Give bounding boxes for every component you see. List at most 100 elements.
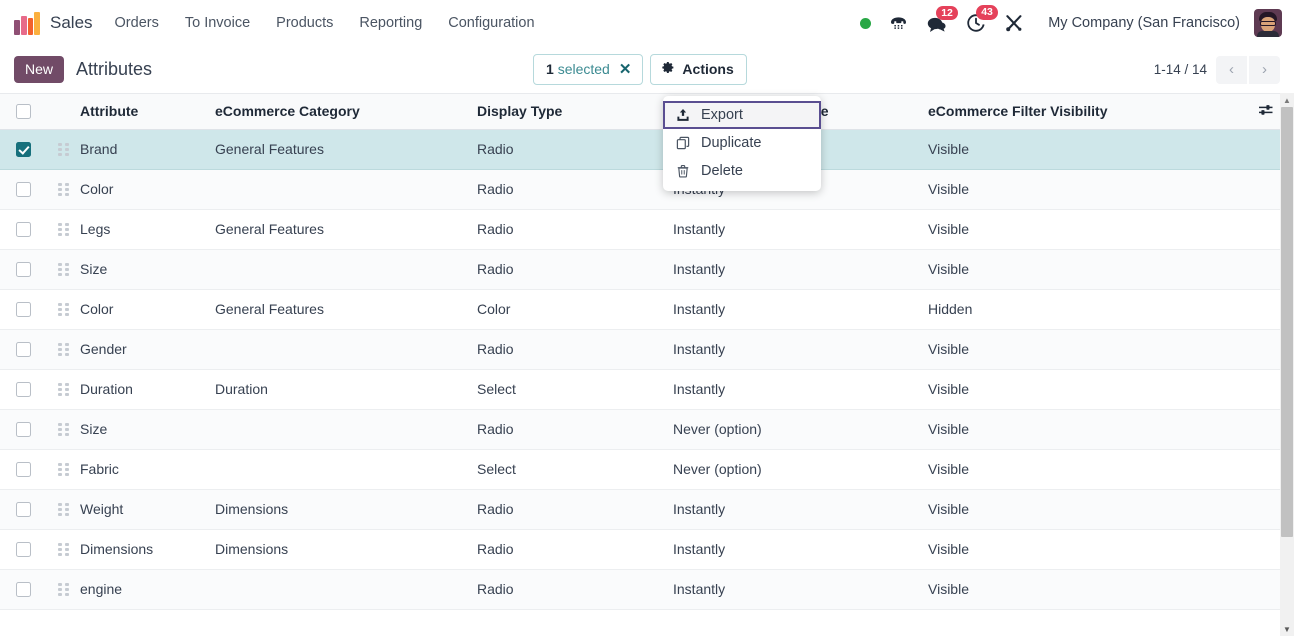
row-checkbox[interactable] <box>15 181 31 197</box>
drag-handle-icon[interactable] <box>57 582 69 596</box>
cell-attribute: Color <box>80 169 215 210</box>
cell-attribute: Color <box>80 289 215 330</box>
cell-ecommerce-category: Dimensions <box>215 529 477 570</box>
company-name[interactable]: My Company (San Francisco) <box>1048 15 1240 31</box>
cell-ecommerce-filter-visibility: Visible <box>928 569 1258 610</box>
cell-ecommerce-category: General Features <box>215 129 477 170</box>
nav-item-configuration[interactable]: Configuration <box>448 15 534 31</box>
wrench-screwdriver-icon[interactable] <box>1004 13 1024 33</box>
vertical-scrollbar[interactable]: ▲ ▼ <box>1280 93 1294 636</box>
cell-variants-creation-mode: Instantly <box>673 569 928 610</box>
nav-item-to-invoice[interactable]: To Invoice <box>185 15 250 31</box>
chevron-left-icon[interactable]: ‹ <box>1216 55 1247 84</box>
table-row[interactable]: Legs General Features Radio Instantly Visibl… <box>0 209 1290 250</box>
drag-handle-icon[interactable] <box>57 462 69 476</box>
column-settings-icon[interactable] <box>1258 103 1274 120</box>
drag-handle-icon[interactable] <box>57 422 69 436</box>
table-row[interactable]: engine Radio Instantly Visible <box>0 569 1290 610</box>
scroll-up-arrow-icon[interactable]: ▲ <box>1280 93 1294 107</box>
row-checkbox[interactable] <box>15 301 31 317</box>
table-row[interactable]: Gender Radio Instantly Visible <box>0 329 1290 370</box>
table-row[interactable]: Weight Dimensions Radio Instantly Visible <box>0 489 1290 530</box>
row-drag-cell <box>46 529 80 570</box>
table-row[interactable]: ColorRadioInstantlyVisible <box>0 169 1290 210</box>
drag-handle-icon[interactable] <box>57 342 69 356</box>
cell-attribute: Duration <box>80 369 215 410</box>
drag-handle-icon[interactable] <box>57 262 69 276</box>
nav-item-orders[interactable]: Orders <box>115 15 159 31</box>
table-row[interactable]: Size Radio Never (option) Visible <box>0 409 1290 450</box>
nav-item-products[interactable]: Products <box>276 15 333 31</box>
table-row[interactable]: BrandGeneral FeaturesRadioInstantlyVisib… <box>0 129 1290 170</box>
row-checkbox[interactable] <box>15 381 31 397</box>
odoo-logo-icon[interactable] <box>14 11 40 35</box>
chevron-right-icon[interactable]: › <box>1249 55 1280 84</box>
drag-handle-icon[interactable] <box>57 542 69 556</box>
user-avatar[interactable] <box>1254 9 1282 37</box>
clock-icon[interactable]: 43 <box>966 5 998 33</box>
cell-ecommerce-category <box>215 569 477 610</box>
actions-button-label: Actions <box>682 61 734 77</box>
attributes-list-view: Attribute eCommerce Category Display Typ… <box>0 93 1294 636</box>
drag-handle-icon[interactable] <box>57 382 69 396</box>
cell-ecommerce-filter-visibility: Visible <box>928 409 1258 450</box>
row-drag-cell <box>46 369 80 410</box>
drag-handle-icon[interactable] <box>57 182 69 196</box>
scrollbar-thumb[interactable] <box>1281 107 1293 537</box>
cell-ecommerce-filter-visibility: Visible <box>928 129 1258 170</box>
select-all-checkbox[interactable] <box>15 103 31 119</box>
table-row[interactable]: Size Radio Instantly Visible <box>0 249 1290 290</box>
column-header-display-type[interactable]: Display Type <box>477 94 673 130</box>
menu-item-delete[interactable]: Delete <box>663 157 821 185</box>
row-drag-cell <box>46 169 80 210</box>
table-row[interactable]: Fabric Select Never (option) Visible <box>0 449 1290 490</box>
selection-count-pill[interactable]: 1 selected ✕ <box>533 54 644 85</box>
row-checkbox[interactable] <box>15 261 31 277</box>
page-title: Attributes <box>76 59 153 79</box>
row-checkbox[interactable] <box>15 141 31 157</box>
cell-attribute: Dimensions <box>80 529 215 570</box>
new-button[interactable]: New <box>14 56 65 83</box>
drag-handle-icon[interactable] <box>57 142 69 156</box>
row-select-cell <box>0 569 46 610</box>
row-checkbox[interactable] <box>15 501 31 517</box>
cell-display-type: Color <box>477 289 673 330</box>
nav-item-reporting[interactable]: Reporting <box>359 15 422 31</box>
cell-ecommerce-category: Duration <box>215 369 477 410</box>
row-checkbox[interactable] <box>15 541 31 557</box>
row-checkbox[interactable] <box>15 421 31 437</box>
drag-handle-icon[interactable] <box>57 502 69 516</box>
drag-handle-icon[interactable] <box>57 302 69 316</box>
row-select-cell <box>0 369 46 410</box>
table-row[interactable]: Dimensions Dimensions Radio Instantly Visibl… <box>0 529 1290 570</box>
scroll-down-arrow-icon[interactable]: ▼ <box>1280 622 1294 636</box>
row-select-cell <box>0 289 46 330</box>
cell-attribute: Fabric <box>80 449 215 490</box>
row-drag-cell <box>46 569 80 610</box>
table-body: BrandGeneral FeaturesRadioInstantlyVisib… <box>0 129 1290 610</box>
cell-ecommerce-filter-visibility: Visible <box>928 369 1258 410</box>
table-row[interactable]: Color General Features Color Instantly Hidde… <box>0 289 1290 330</box>
cell-display-type: Radio <box>477 329 673 370</box>
row-select-cell <box>0 449 46 490</box>
menu-item-duplicate[interactable]: Duplicate <box>663 129 821 157</box>
column-header-attribute[interactable]: Attribute <box>80 94 215 130</box>
nav-app-name[interactable]: Sales <box>50 13 93 33</box>
close-icon[interactable]: ✕ <box>619 62 632 77</box>
phone-icon[interactable] <box>889 15 908 32</box>
cell-display-type: Select <box>477 449 673 490</box>
drag-handle-icon[interactable] <box>57 222 69 236</box>
column-header-ecommerce-category[interactable]: eCommerce Category <box>215 94 477 130</box>
cell-variants-creation-mode: Instantly <box>673 529 928 570</box>
row-checkbox[interactable] <box>15 341 31 357</box>
row-checkbox[interactable] <box>15 461 31 477</box>
row-checkbox[interactable] <box>15 221 31 237</box>
table-row[interactable]: Duration Duration Select Instantly Visible <box>0 369 1290 410</box>
actions-button[interactable]: Actions <box>650 54 747 85</box>
menu-item-export[interactable]: Export <box>663 101 821 129</box>
handle-header-cell <box>46 94 80 130</box>
column-header-ecommerce-filter-visibility[interactable]: eCommerce Filter Visibility <box>928 94 1258 130</box>
chat-bubble-icon[interactable]: 12 <box>926 5 958 33</box>
cell-attribute: Size <box>80 409 215 450</box>
row-checkbox[interactable] <box>15 581 31 597</box>
